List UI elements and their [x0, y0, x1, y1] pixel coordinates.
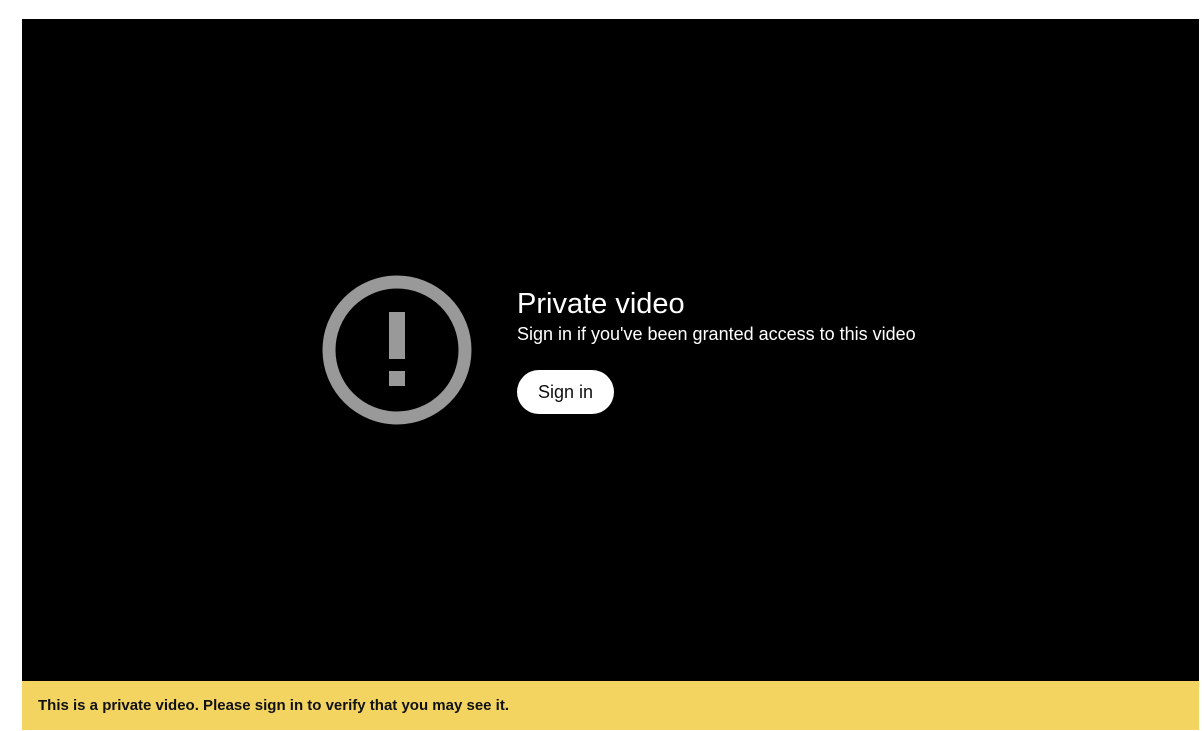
error-message: Private video Sign in if you've been gra…	[517, 286, 916, 346]
private-video-notice: This is a private video. Please sign in …	[22, 681, 1199, 730]
notice-text: This is a private video. Please sign in …	[38, 697, 509, 714]
sign-in-button[interactable]: Sign in	[517, 370, 615, 414]
error-title: Private video	[517, 288, 685, 320]
alert-circle-icon	[322, 275, 472, 425]
video-player: Private video Sign in if you've been gra…	[22, 19, 1199, 681]
error-subtitle: Sign in if you've been granted access to…	[517, 324, 916, 344]
